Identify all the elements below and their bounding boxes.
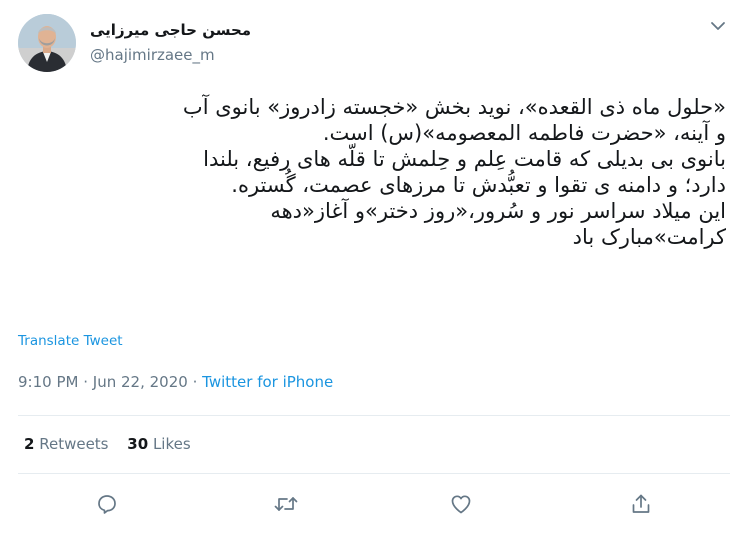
display-name[interactable]: محسن حاجی میرزایی [90, 20, 251, 40]
share-icon [629, 492, 653, 520]
tweet-source-link[interactable]: Twitter for iPhone [202, 373, 333, 391]
retweets-count: 2 [24, 435, 35, 453]
likes-count: 30 [127, 435, 149, 453]
meta-separator: · [83, 373, 89, 391]
tweet-line: دارد؛ و دامنه ی تقوا و تعبُّدش تا مرزهای… [231, 173, 726, 197]
avatar[interactable] [18, 14, 76, 72]
tweet-stats: 2 Retweets 30 Likes [24, 434, 205, 454]
share-button[interactable] [623, 488, 659, 524]
tweet-time[interactable]: 9:10 PM [18, 373, 78, 391]
tweet-line: بانوی بی بدیلی که قامت عِلم و حِلمش تا ق… [203, 147, 726, 171]
tweet-date[interactable]: Jun 22, 2020 [93, 373, 188, 391]
retweet-button[interactable] [268, 488, 304, 524]
meta-separator: · [192, 373, 198, 391]
user-handle[interactable]: @hajimirzaee_m [90, 45, 251, 65]
retweet-icon [273, 492, 299, 520]
tweet-card: محسن حاجی میرزایی @hajimirzaee_m «حلول م… [0, 0, 748, 536]
avatar-image [18, 14, 76, 72]
tweet-line: و آینه، «حضرت فاطمه المعصومه»(س) است. [322, 121, 726, 145]
retweets-stat[interactable]: 2 Retweets [24, 434, 109, 454]
like-button[interactable] [443, 488, 479, 524]
tweet-text: «حلول ماه ذی القعده»، نوید بخش «خجسته زا… [18, 94, 726, 250]
user-block: محسن حاجی میرزایی @hajimirzaee_m [90, 20, 251, 65]
more-options-button[interactable] [706, 16, 730, 40]
divider [18, 415, 730, 416]
tweet-line: «حلول ماه ذی القعده»، نوید بخش «خجسته زا… [182, 95, 726, 119]
divider [18, 473, 730, 474]
translate-tweet-link[interactable]: Translate Tweet [18, 332, 123, 350]
tweet-line: این میلاد سراسر نور و سُرور،«روز دختر»و … [270, 199, 726, 223]
reply-icon [95, 492, 119, 520]
tweet-line: کرامت»مبارک باد [572, 225, 726, 249]
reply-button[interactable] [89, 488, 125, 524]
tweet-actions [0, 488, 748, 524]
tweet-meta: 9:10 PM · Jun 22, 2020 · Twitter for iPh… [18, 372, 333, 392]
likes-label: Likes [152, 435, 191, 453]
tweet-header: محسن حاجی میرزایی @hajimirzaee_m [18, 12, 730, 76]
likes-stat[interactable]: 30 Likes [127, 434, 190, 454]
heart-icon [449, 492, 473, 520]
chevron-down-icon [709, 17, 727, 39]
retweets-label: Retweets [39, 435, 109, 453]
